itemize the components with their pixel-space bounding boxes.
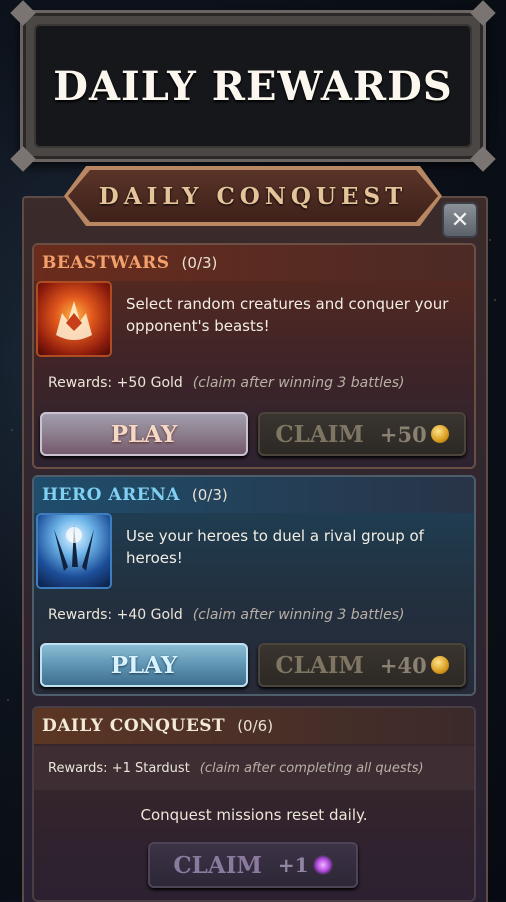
claim-amount: +40 — [379, 652, 427, 678]
claim-hero-arena-button[interactable]: CLAIM +40 — [258, 643, 466, 687]
rewards-note: (claim after winning 3 battles) — [192, 607, 405, 623]
quest-card-hero-arena: HERO ARENA (0/3) Use your heroes to duel… — [34, 477, 474, 694]
quest-progress: (0/6) — [237, 717, 274, 735]
header-plate: DAILY REWARDS — [10, 0, 496, 172]
quest-name: BEASTWARS — [42, 253, 170, 273]
quest-description: Select random creatures and conquer your… — [126, 295, 449, 335]
quest-card-daily-conquest: DAILY CONQUEST (0/6) Rewards: +1 Stardus… — [34, 708, 474, 900]
dragon-icon — [38, 283, 110, 355]
claim-amount: +50 — [379, 421, 427, 447]
close-button[interactable]: ✕ — [444, 204, 476, 236]
quest-header: DAILY CONQUEST (0/6) — [34, 708, 474, 744]
claim-beastwars-button[interactable]: CLAIM +50 — [258, 412, 466, 456]
quest-rewards: Rewards: +50 Gold (claim after winning 3 … — [48, 375, 404, 391]
quest-rewards: Rewards: +1 Stardust (claim after complet… — [34, 746, 474, 790]
rewards-note: (claim after completing all quests) — [199, 760, 424, 776]
rewards-text: Rewards: +40 Gold — [48, 607, 183, 623]
quest-rewards: Rewards: +40 Gold (claim after winning 3 … — [48, 607, 404, 623]
quest-description: Use your heroes to duel a rival group of… — [126, 527, 424, 567]
close-icon: ✕ — [450, 207, 470, 233]
play-beastwars-button[interactable]: PLAY — [40, 412, 248, 456]
claim-label: CLAIM — [275, 420, 364, 448]
quest-name: HERO ARENA — [42, 485, 180, 505]
gold-coin-icon — [430, 425, 449, 443]
banner-title: DAILY CONQUEST — [98, 182, 408, 210]
gold-coin-icon — [430, 656, 449, 674]
claim-conquest-button[interactable]: CLAIM +1 — [148, 842, 358, 888]
claim-label: CLAIM — [173, 851, 262, 879]
play-label: PLAY — [110, 420, 178, 448]
stardust-icon — [312, 855, 333, 875]
page-title: DAILY REWARDS — [53, 62, 453, 110]
play-hero-arena-button[interactable]: PLAY — [40, 643, 248, 687]
rewards-text: Rewards: +50 Gold — [48, 375, 183, 391]
quest-progress: (0/3) — [181, 254, 218, 272]
reset-notice: Conquest missions reset daily. — [140, 806, 368, 824]
quest-card-beastwars: BEASTWARS (0/3) Select random creatures … — [34, 245, 474, 467]
quest-header: BEASTWARS (0/3) — [34, 245, 474, 281]
swords-icon — [38, 515, 110, 587]
rewards-note: (claim after winning 3 battles) — [192, 375, 405, 391]
quest-header: HERO ARENA (0/3) — [34, 477, 474, 513]
rewards-text: Rewards: +1 Stardust — [48, 760, 190, 776]
section-banner: DAILY CONQUEST — [68, 170, 438, 222]
quest-name: DAILY CONQUEST — [42, 716, 226, 736]
header-inner: DAILY REWARDS — [34, 24, 472, 148]
play-label: PLAY — [110, 651, 178, 679]
claim-amount: +1 — [277, 853, 309, 877]
quest-progress: (0/3) — [191, 486, 228, 504]
claim-label: CLAIM — [275, 651, 364, 679]
